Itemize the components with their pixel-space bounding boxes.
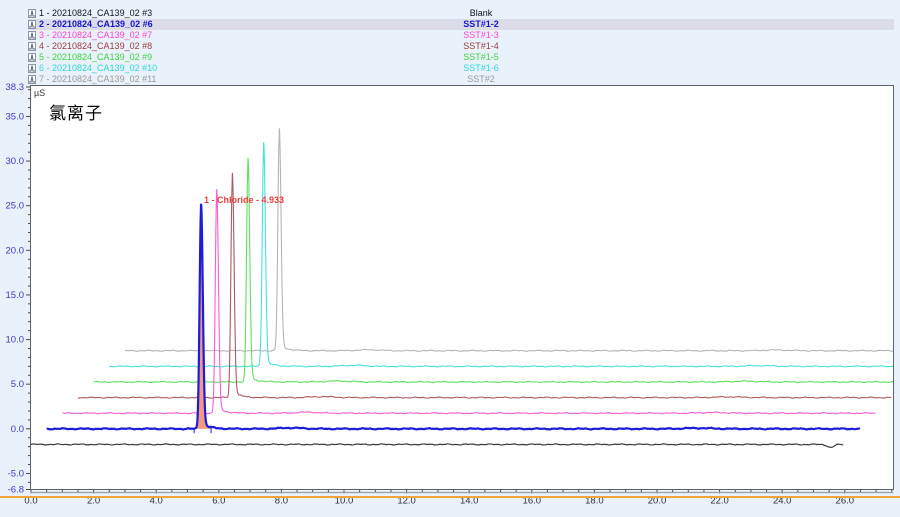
- y-tick-label: 5.0: [11, 379, 24, 390]
- y-tick-label: 20.0: [6, 245, 25, 256]
- signal-label: 4 - 20210824_CA139_02 #8: [39, 41, 152, 52]
- signal-label: 3 - 20210824_CA139_02 #7: [39, 30, 152, 41]
- y-tick-label: 15.0: [6, 290, 25, 301]
- peak-annotation: 1 - Chloride - 4.933: [204, 195, 284, 205]
- legend-row[interactable]: 7 - 20210824_CA139_02 #11 SST#2: [28, 74, 894, 85]
- chromatogram-icon: [28, 64, 36, 73]
- legend-row[interactable]: 4 - 20210824_CA139_02 #8 SST#1-4: [28, 41, 894, 52]
- signal-label: 1 - 20210824_CA139_02 #3: [39, 8, 152, 19]
- legend-row[interactable]: 6 - 20210824_CA139_02 #10 SST#1-6: [28, 63, 894, 74]
- chromatogram-icon: [28, 9, 36, 18]
- y-tick-label: -5.0: [8, 468, 24, 479]
- chromatogram-icon: [28, 42, 36, 51]
- sample-name: SST#1-4: [428, 41, 534, 52]
- sample-name: SST#1-5: [428, 52, 534, 63]
- legend-row[interactable]: 5 - 20210824_CA139_02 #9 SST#1-5: [28, 52, 894, 63]
- sample-name: Blank: [428, 8, 534, 19]
- signal-label: 5 - 20210824_CA139_02 #9: [39, 52, 152, 63]
- chromatogram-window: 0.02.04.06.08.010.012.014.016.018.020.02…: [0, 0, 900, 517]
- signal-label: 2 - 20210824_CA139_02 #6: [39, 19, 153, 30]
- y-axis-unit: µS: [34, 88, 45, 98]
- legend-row[interactable]: 3 - 20210824_CA139_02 #7 SST#1-3: [28, 30, 894, 41]
- sample-name: SST#1-6: [428, 63, 534, 74]
- chart-title: 氯离子: [49, 99, 103, 124]
- legend-panel: 1 - 20210824_CA139_02 #3Blank2 - 2021082…: [0, 0, 900, 85]
- legend-row[interactable]: 2 - 20210824_CA139_02 #6 SST#1-2: [28, 19, 894, 30]
- sample-name: SST#1-2: [428, 19, 534, 30]
- y-tick-label: 0.0: [11, 424, 24, 435]
- y-tick-label: 30.0: [6, 156, 25, 167]
- chromatogram-icon: [28, 20, 36, 29]
- chromatogram-icon: [28, 75, 36, 84]
- signal-label: 7 - 20210824_CA139_02 #11: [39, 74, 156, 85]
- chromatogram-icon: [28, 31, 36, 40]
- sample-name: SST#2: [428, 74, 534, 85]
- y-tick-label: 10.0: [6, 335, 25, 346]
- y-tick-label: 35.0: [6, 111, 25, 122]
- legend-row[interactable]: 1 - 20210824_CA139_02 #3 Blank: [28, 8, 894, 19]
- signal-label: 6 - 20210824_CA139_02 #10: [39, 63, 157, 74]
- y-tick-label: -6.8: [8, 485, 24, 496]
- chromatogram-icon: [28, 53, 36, 62]
- sample-name: SST#1-3: [428, 30, 534, 41]
- y-tick-label: 25.0: [6, 201, 25, 212]
- bottom-rule: [0, 496, 900, 498]
